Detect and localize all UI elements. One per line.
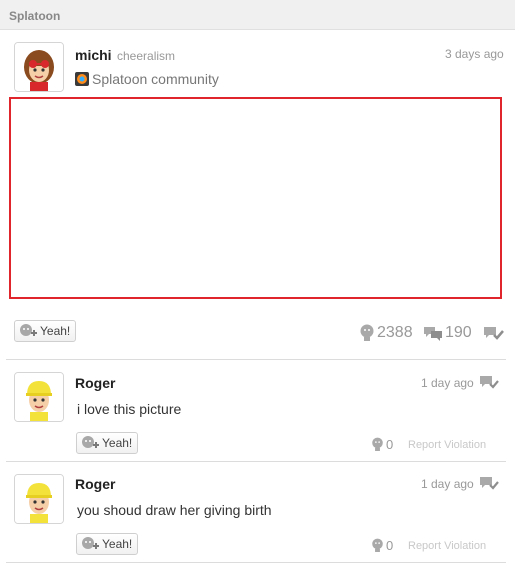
comment-2-yeah-label: Yeah! <box>102 537 133 551</box>
post-divider <box>6 359 506 360</box>
post-yeah-label: Yeah! <box>40 324 71 338</box>
comment-1-timestamp: 1 day ago <box>421 376 474 390</box>
yeah-count-icon <box>372 437 383 451</box>
comment-1-avatar[interactable] <box>14 372 64 422</box>
comment-1-text: i love this picture <box>77 401 182 417</box>
follow-post-icon <box>484 327 504 340</box>
comment-1-yeah-button[interactable]: Yeah! <box>76 432 139 454</box>
comment-2-author-name[interactable]: Roger <box>75 476 115 492</box>
comment-2-spoiler-icon[interactable] <box>479 475 499 491</box>
yeah-smiley-icon <box>20 324 37 336</box>
post-community-link[interactable]: Splatoon community <box>75 71 219 87</box>
community-title[interactable]: Splatoon <box>9 9 60 23</box>
comment-2-timestamp: 1 day ago <box>421 477 474 491</box>
post-yeah-count: 2388 <box>359 324 413 342</box>
comment-1-yeah-count: 0 <box>371 437 393 452</box>
comment-1-report-violation[interactable]: Report Violation <box>408 439 486 451</box>
post-community-name[interactable]: Splatoon community <box>92 71 219 87</box>
yeah-smiley-icon <box>82 537 99 549</box>
comment-1-yeah-count-value: 0 <box>386 437 394 452</box>
comment-2-yeah-button[interactable]: Yeah! <box>76 533 139 555</box>
yeah-count-icon <box>360 324 374 341</box>
comment-2-report-violation[interactable]: Report Violation <box>408 540 486 552</box>
post-spoiler-toggle[interactable] <box>483 324 505 342</box>
post-author-name[interactable]: michi <box>75 47 112 63</box>
post-comment-count-value: 190 <box>445 324 472 341</box>
post-timestamp: 3 days ago <box>445 47 504 61</box>
post-author-avatar[interactable] <box>14 42 64 92</box>
comment-1-author-name[interactable]: Roger <box>75 375 115 391</box>
splatoon-community-icon <box>75 72 89 86</box>
post-yeah-count-value: 2388 <box>377 324 413 341</box>
comment-divider <box>6 461 506 462</box>
comment-2-yeah-count: 0 <box>371 538 393 553</box>
comment-1-spoiler-icon[interactable] <box>479 374 499 390</box>
comment-1-yeah-label: Yeah! <box>102 436 133 450</box>
post-comment-count: 190 <box>423 324 472 342</box>
post-author-id: cheeralism <box>117 49 176 63</box>
comment-divider <box>6 562 506 563</box>
comment-bubbles-icon <box>424 327 442 341</box>
yeah-smiley-icon <box>82 436 99 448</box>
comment-2-yeah-count-value: 0 <box>386 538 394 553</box>
yeah-count-icon <box>372 538 383 552</box>
post-yeah-button[interactable]: Yeah! <box>14 320 77 342</box>
community-header-bar[interactable]: Splatoon <box>0 0 515 30</box>
post-drawing-image[interactable] <box>9 97 502 299</box>
comment-2-avatar[interactable] <box>14 474 64 524</box>
comment-2-text: you shoud draw her giving birth <box>77 502 272 518</box>
